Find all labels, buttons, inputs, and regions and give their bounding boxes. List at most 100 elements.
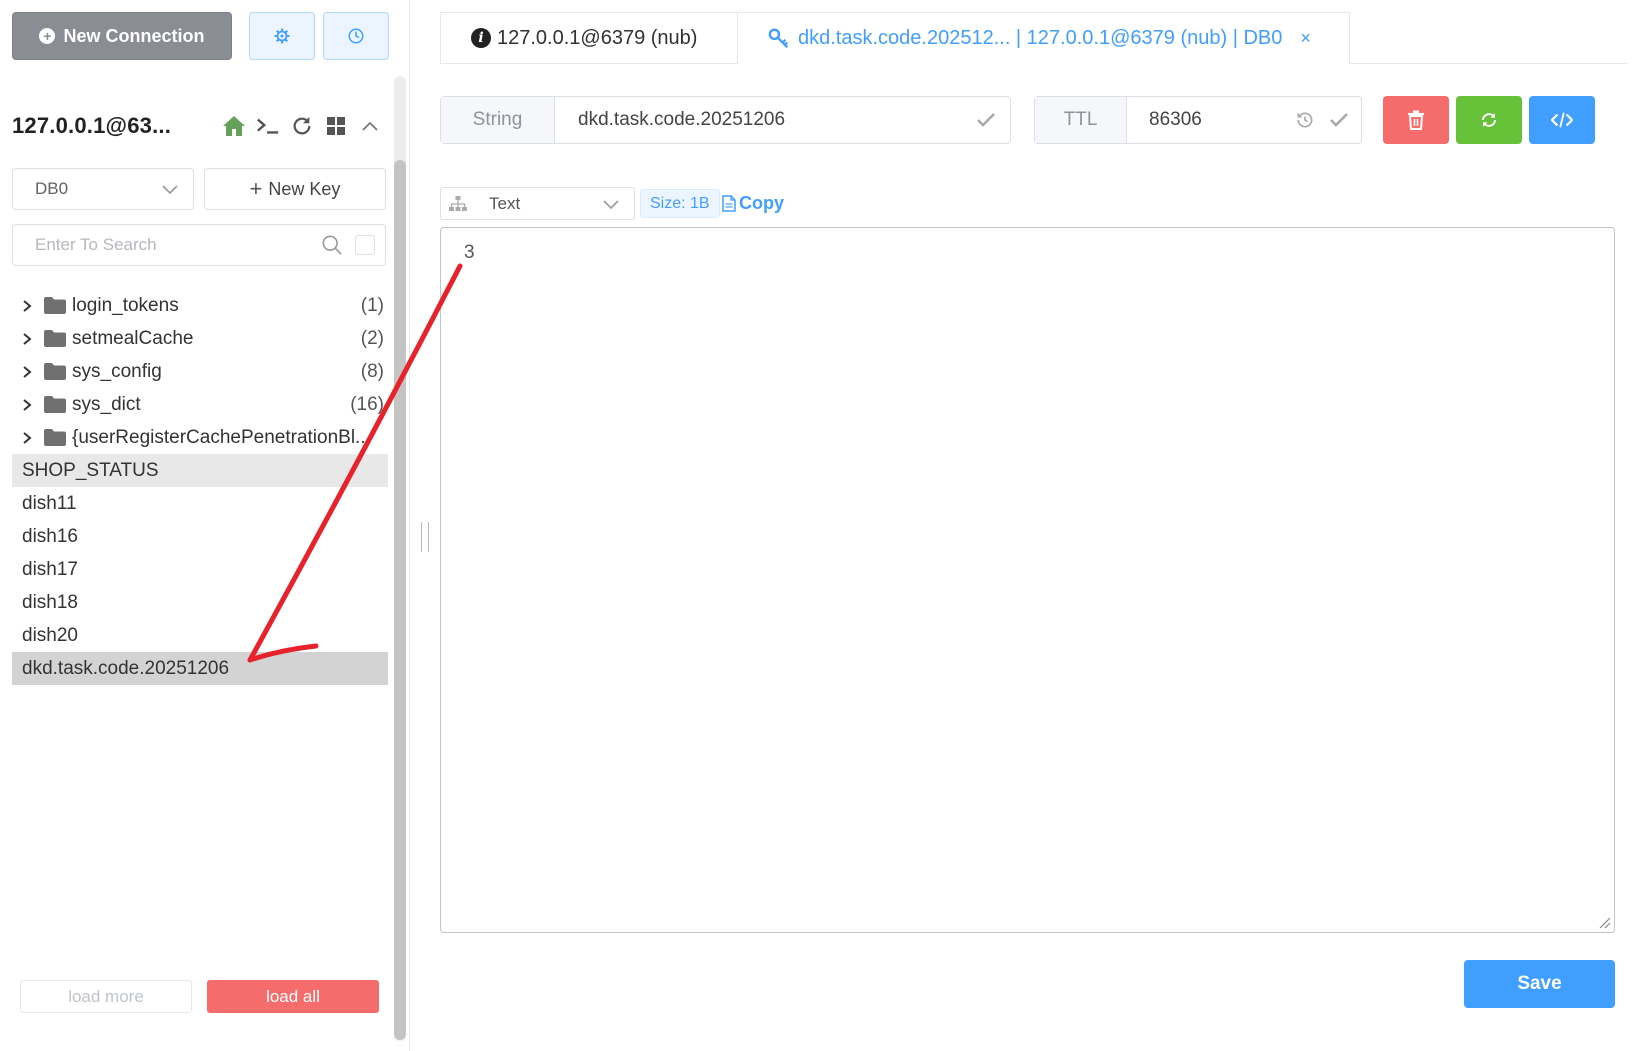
plus-circle-icon: + xyxy=(39,28,56,44)
key-name: SHOP_STATUS xyxy=(22,459,159,481)
home-icon[interactable] xyxy=(222,114,246,138)
clock-icon xyxy=(348,28,364,44)
code-icon xyxy=(1551,112,1573,128)
key-name: dkd.task.code.20251206 xyxy=(22,657,230,679)
folder-name: {userRegisterCachePenetrationBl... xyxy=(72,426,371,448)
gear-icon xyxy=(274,28,290,44)
delete-key-button[interactable] xyxy=(1383,96,1449,144)
tab-key-detail[interactable]: dkd.task.code.202512... | 127.0.0.1@6379… xyxy=(738,12,1350,64)
load-more-button[interactable]: load more xyxy=(20,980,192,1013)
new-connection-label: New Connection xyxy=(63,25,205,46)
folder-count: (16) xyxy=(350,393,384,415)
folder-icon xyxy=(44,297,66,314)
chevron-right-icon xyxy=(16,365,38,379)
key-name: dish20 xyxy=(22,624,78,646)
ttl-label: TTL xyxy=(1035,97,1127,143)
folder-row[interactable]: sys_dict (16) xyxy=(12,388,388,421)
new-key-button[interactable]: + New Key xyxy=(204,168,386,210)
sidebar-scrollbar-thumb[interactable] xyxy=(394,160,406,1040)
chevron-right-icon xyxy=(16,332,38,346)
tab-bar: i 127.0.0.1@6379 (nub) dkd.task.code.202… xyxy=(440,12,1350,64)
key-name-value: dkd.task.code.20251206 xyxy=(578,109,786,130)
key-item[interactable]: dish20 xyxy=(12,619,388,652)
folder-name: sys_dict xyxy=(72,393,141,415)
plus-icon: + xyxy=(249,176,263,201)
view-format-value: Text xyxy=(489,193,521,213)
search-input[interactable] xyxy=(35,235,321,255)
connection-header: 127.0.0.1@63... xyxy=(12,106,382,146)
exact-search-checkbox[interactable] xyxy=(355,235,375,255)
settings-button[interactable] xyxy=(249,12,315,60)
key-item[interactable]: dish18 xyxy=(12,586,388,619)
refresh-icon xyxy=(1482,113,1496,127)
folder-row[interactable]: sys_config (8) xyxy=(12,355,388,388)
command-log-button[interactable] xyxy=(323,12,389,60)
close-icon[interactable]: × xyxy=(1300,28,1311,49)
persist-history-icon[interactable] xyxy=(1295,110,1315,130)
ttl-input[interactable]: 86306 xyxy=(1127,97,1361,143)
folder-icon xyxy=(44,330,66,347)
grid-icon[interactable] xyxy=(324,114,348,138)
save-button[interactable]: Save xyxy=(1464,960,1615,1008)
search-box xyxy=(12,224,386,266)
folder-row[interactable]: setmealCache (2) xyxy=(12,322,388,355)
db-select[interactable]: DB0 xyxy=(12,168,194,210)
db-select-value: DB0 xyxy=(35,179,69,198)
folder-icon xyxy=(44,363,66,380)
key-name: dish11 xyxy=(22,492,77,514)
sitemap-icon xyxy=(449,195,467,211)
new-key-label: New Key xyxy=(268,178,341,199)
folder-row[interactable]: login_tokens (1) xyxy=(12,289,388,322)
key-name: dish16 xyxy=(22,525,78,547)
tab-bar-line xyxy=(1350,63,1628,64)
trash-icon xyxy=(1408,110,1424,130)
folder-row[interactable]: {userRegisterCachePenetrationBl... xyxy=(12,421,388,454)
tab-label: dkd.task.code.202512... | 127.0.0.1@6379… xyxy=(798,26,1283,49)
resize-handle[interactable] xyxy=(421,522,429,552)
document-icon xyxy=(722,195,736,212)
key-name-group: String dkd.task.code.20251206 xyxy=(440,96,1011,144)
chevron-right-icon xyxy=(16,431,38,445)
chevron-down-icon xyxy=(603,199,619,209)
check-icon[interactable] xyxy=(976,112,996,128)
load-all-button[interactable]: load all xyxy=(207,980,379,1013)
key-name: dish18 xyxy=(22,591,78,613)
value-editor[interactable]: 3 xyxy=(440,227,1615,933)
key-item-selected[interactable]: dkd.task.code.20251206 xyxy=(12,652,388,685)
folder-name: setmealCache xyxy=(72,327,194,349)
key-name: dish17 xyxy=(22,558,78,580)
ttl-value: 86306 xyxy=(1149,109,1202,130)
size-tag: Size: 1B xyxy=(640,189,720,218)
panel-divider xyxy=(409,0,410,1051)
sidebar: + New Connection 127.0.0.1@63... DB0 + N… xyxy=(0,0,406,1051)
refresh-key-button[interactable] xyxy=(1456,96,1522,144)
key-item[interactable]: SHOP_STATUS xyxy=(12,454,388,487)
key-item[interactable]: dish11 xyxy=(12,487,388,520)
refresh-icon[interactable] xyxy=(290,114,314,138)
key-type-label: String xyxy=(441,97,555,143)
key-name-input[interactable]: dkd.task.code.20251206 xyxy=(555,97,1010,143)
folder-count: (1) xyxy=(360,294,384,316)
resize-grip-icon[interactable] xyxy=(1597,915,1611,929)
chevron-up-icon[interactable] xyxy=(358,114,382,138)
info-icon: i xyxy=(471,28,491,48)
dump-command-button[interactable] xyxy=(1529,96,1595,144)
folder-icon xyxy=(44,429,66,446)
tab-connection-info[interactable]: i 127.0.0.1@6379 (nub) xyxy=(440,12,738,64)
key-item[interactable]: dish16 xyxy=(12,520,388,553)
check-icon[interactable] xyxy=(1329,112,1349,128)
copy-label: Copy xyxy=(739,193,784,213)
terminal-icon[interactable] xyxy=(256,114,280,138)
new-connection-button[interactable]: + New Connection xyxy=(12,12,232,60)
chevron-right-icon xyxy=(16,299,38,313)
search-icon[interactable] xyxy=(321,234,343,256)
folder-icon xyxy=(44,396,66,413)
view-format-select[interactable]: Text xyxy=(440,187,635,220)
key-item[interactable]: dish17 xyxy=(12,553,388,586)
copy-button[interactable]: Copy xyxy=(722,189,784,218)
folder-name: sys_config xyxy=(72,360,162,382)
chevron-right-icon xyxy=(16,398,38,412)
ttl-group: TTL 86306 xyxy=(1034,96,1362,144)
value-text: 3 xyxy=(464,242,475,263)
connection-name: 127.0.0.1@63... xyxy=(12,113,172,138)
